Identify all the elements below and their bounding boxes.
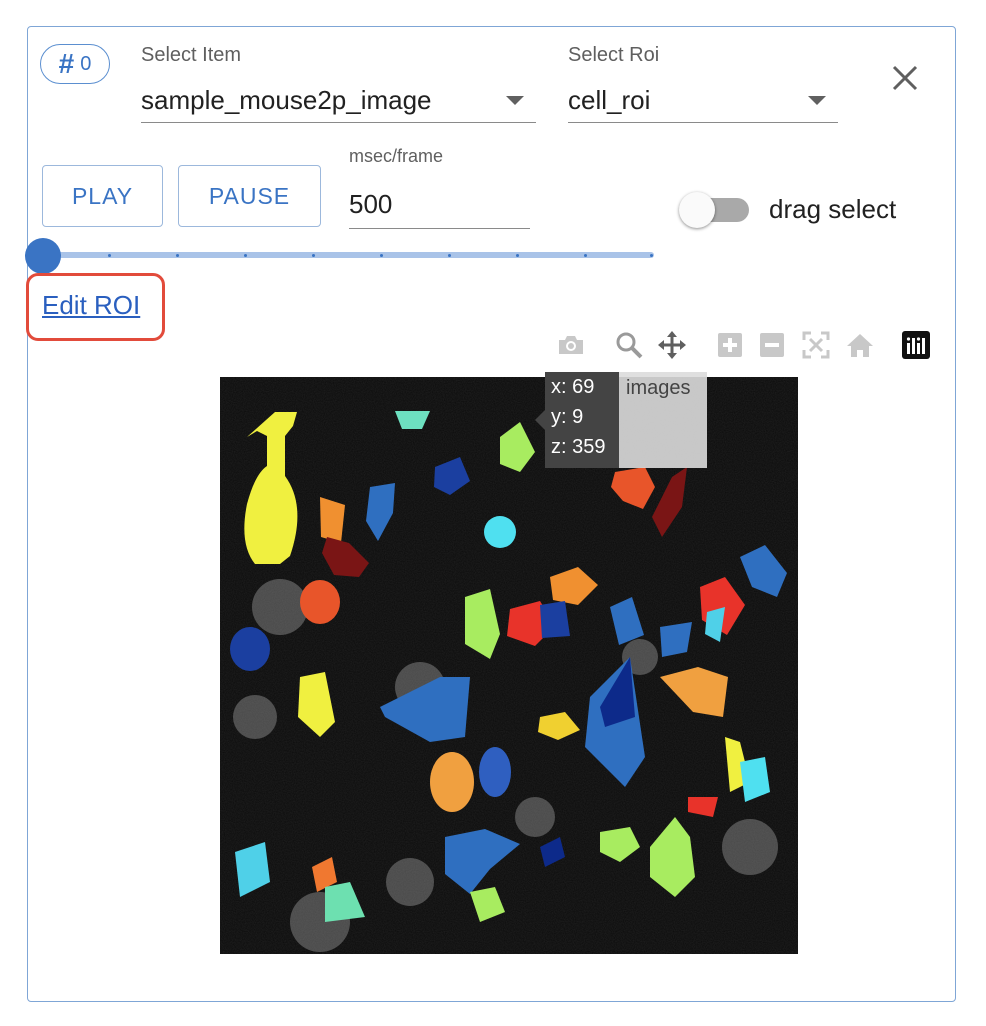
select-roi-dropdown[interactable]: cell_roi (568, 78, 838, 123)
play-button[interactable]: PLAY (42, 165, 163, 227)
zoom-out-icon[interactable] (757, 330, 787, 360)
hover-x-value: x: 69 (551, 376, 595, 398)
reset-axes-icon[interactable] (845, 330, 875, 360)
slider-mark (516, 254, 519, 257)
slider-mark (584, 254, 587, 257)
camera-icon[interactable] (556, 330, 586, 360)
select-roi-label: Select Roi (568, 44, 660, 66)
select-roi-value: cell_roi (568, 84, 651, 115)
pan-icon[interactable] (657, 330, 687, 360)
edit-roi-link[interactable]: Edit ROI (42, 290, 140, 321)
hover-z-value: z: 359 (551, 436, 606, 458)
autoscale-icon[interactable] (801, 330, 831, 360)
plotly-logo-icon[interactable] (901, 330, 931, 360)
chevron-down-icon (506, 96, 524, 105)
item-index-badge: # 0 (40, 44, 110, 84)
drag-select-label: drag select (769, 194, 897, 224)
zoom-icon[interactable] (614, 330, 644, 360)
slider-mark (244, 254, 247, 257)
select-item-value: sample_mouse2p_image (141, 84, 432, 115)
hover-tooltip: x: 69 y: 9 z: 359 (545, 372, 619, 468)
hash-icon: # (58, 48, 75, 79)
hover-trace-name: images (619, 372, 707, 468)
zoom-in-icon[interactable] (715, 330, 745, 360)
close-icon[interactable] (887, 60, 923, 96)
slider-mark (650, 254, 653, 257)
select-item-dropdown[interactable]: sample_mouse2p_image (141, 78, 536, 123)
hover-y-value: y: 9 (551, 406, 584, 428)
frame-slider-rail[interactable] (42, 252, 654, 258)
slider-mark (448, 254, 451, 257)
chevron-down-icon (808, 96, 826, 105)
msec-frame-input[interactable]: 500 (349, 180, 530, 229)
item-index-number: 0 (80, 52, 92, 75)
pause-button[interactable]: PAUSE (178, 165, 321, 227)
slider-mark (108, 254, 111, 257)
msec-frame-label: msec/frame (349, 146, 444, 166)
slider-mark (312, 254, 315, 257)
slider-mark (176, 254, 179, 257)
drag-select-toggle-thumb[interactable] (679, 192, 715, 228)
roi-image-plot[interactable] (220, 377, 798, 954)
select-item-label: Select Item (141, 44, 242, 66)
frame-slider-thumb[interactable] (25, 238, 61, 274)
hover-tooltip-pointer (535, 410, 545, 430)
slider-mark (380, 254, 383, 257)
